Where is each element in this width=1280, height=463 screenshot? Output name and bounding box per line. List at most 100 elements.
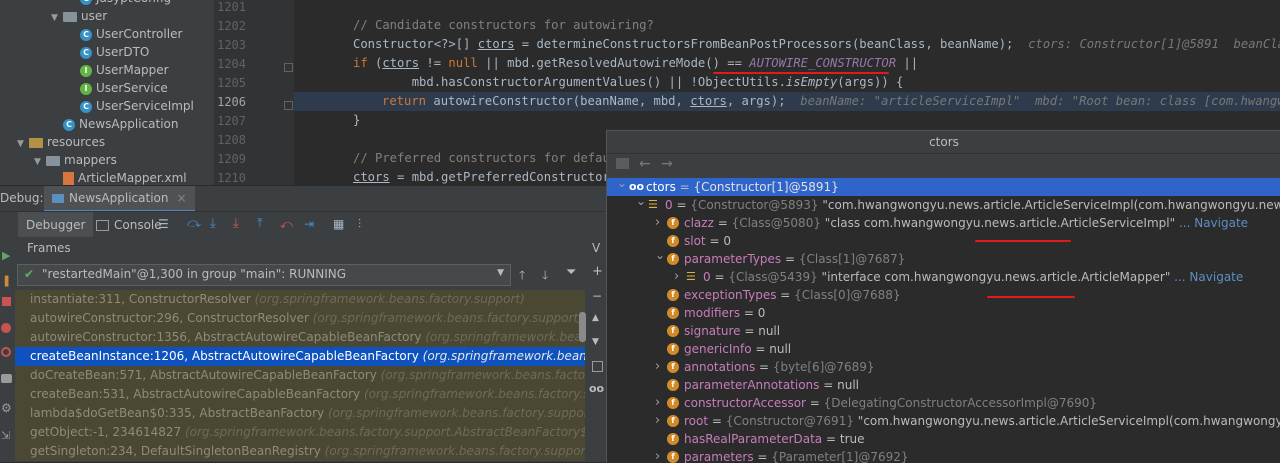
back-arrow-icon[interactable]: ← xyxy=(639,156,651,172)
variable-row[interactable]: › f annotations = {byte[6]@7689} xyxy=(607,358,1280,376)
variable-row[interactable]: ⌄ ☰ 0 = {Constructor@5893} "com.hwangwongy… xyxy=(607,194,1280,214)
line-number[interactable]: 1202 xyxy=(214,17,246,36)
step-into-icon[interactable]: ⤓ xyxy=(210,217,224,231)
layout-settings-icon[interactable]: ⫶ xyxy=(358,217,372,231)
project-tree-item[interactable]: C UserServiceImpl xyxy=(68,97,194,115)
variable-row[interactable]: f hasRealParameterData = true xyxy=(607,430,1280,448)
line-number[interactable]: 1207 xyxy=(214,112,246,131)
copy-icon[interactable] xyxy=(592,361,603,372)
chevron-right-icon[interactable]: › xyxy=(655,214,665,232)
chevron-right-icon[interactable]: › xyxy=(655,412,665,430)
stack-frame[interactable]: doCreateBean:571, AbstractAutowireCapabl… xyxy=(15,366,585,385)
variable-row[interactable]: › f clazz = {Class@5080} "class com.hwangw… xyxy=(607,214,1280,232)
thread-selector[interactable]: ✔ "restartedMain"@1,300 in group "main":… xyxy=(17,264,511,286)
watches-glasses-icon[interactable]: oo xyxy=(589,382,604,395)
variable-row[interactable]: f parameterAnnotations = null xyxy=(607,376,1280,394)
pause-icon[interactable]: ❚ xyxy=(2,274,11,287)
line-number[interactable]: 1206 xyxy=(214,93,246,112)
mute-breakpoints-icon[interactable] xyxy=(1,347,11,357)
project-tree-item[interactable]: ▼ mappers xyxy=(34,151,117,169)
project-tree-item[interactable]: I UserService xyxy=(68,79,168,97)
view-breakpoints-icon[interactable] xyxy=(1,323,11,333)
variable-row[interactable]: f modifiers = 0 xyxy=(607,304,1280,322)
step-over-icon[interactable]: ⤼ xyxy=(187,217,201,231)
stop-icon[interactable] xyxy=(2,297,11,306)
menu-lines-icon[interactable]: ☰ xyxy=(158,217,172,231)
variable-row[interactable]: › ☰ 0 = {Class@5439} "interface com.hwangw… xyxy=(607,268,1280,286)
move-down-icon[interactable]: ▼ xyxy=(592,337,599,347)
project-tree-item[interactable]: C UserDTO xyxy=(68,43,149,61)
settings-gear-icon[interactable]: ⚙ xyxy=(1,401,12,415)
filter-icon[interactable]: ⏷ xyxy=(566,265,576,280)
chevron-down-icon[interactable]: ⌄ xyxy=(655,246,665,264)
frames-scrollbar[interactable] xyxy=(579,312,586,342)
stack-frame[interactable]: createBean:531, AbstractAutowireCapableB… xyxy=(15,385,585,404)
variable-row[interactable]: ⌄ f parameterTypes = {Class[1]@7687} xyxy=(607,248,1280,268)
line-number[interactable]: 1208 xyxy=(214,131,246,150)
chevron-right-icon[interactable]: › xyxy=(674,268,684,286)
close-tab-icon[interactable]: × xyxy=(176,191,186,205)
navigate-link[interactable]: ... Navigate xyxy=(1179,216,1248,230)
line-number[interactable]: 1203 xyxy=(214,36,246,55)
resume-icon[interactable]: ▶ xyxy=(2,249,10,262)
stack-frame[interactable]: autowireConstructor:1356, AbstractAutowi… xyxy=(15,328,585,347)
project-tree-item[interactable]: ArticleMapper.xml xyxy=(51,169,187,185)
fold-marker-icon[interactable] xyxy=(284,101,293,110)
project-tree-item[interactable]: ▼ resources xyxy=(17,133,105,151)
project-tree-item[interactable]: ▼ user xyxy=(51,7,107,25)
stack-frame[interactable]: instantiate:311, ConstructorResolver (or… xyxy=(15,290,585,309)
line-number[interactable]: 1201 xyxy=(214,0,246,17)
chevron-right-icon[interactable]: › xyxy=(655,394,665,412)
variable-row[interactable]: › f root = {Constructor@7691} "com.hwangwo… xyxy=(607,412,1280,430)
run-to-cursor-icon[interactable]: ⇥ xyxy=(304,217,318,231)
stack-frame[interactable]: createBeanInstance:1206, AbstractAutowir… xyxy=(15,347,585,366)
stack-frame[interactable]: getObject:-1, 234614827 (org.springframe… xyxy=(15,423,585,442)
pin-icon[interactable]: ⇲ xyxy=(1,429,10,442)
project-tree-item[interactable]: C NewsApplication xyxy=(51,115,178,133)
stack-frame[interactable]: lambda$doGetBean$0:335, AbstractBeanFact… xyxy=(15,404,585,423)
tab-console[interactable]: Console xyxy=(92,212,166,238)
line-number[interactable]: 1204 xyxy=(214,55,246,74)
project-tree-item[interactable]: C UserController xyxy=(68,25,182,43)
tab-debugger[interactable]: Debugger xyxy=(18,212,94,238)
variable-row[interactable]: › f constructorAccessor = {DelegatingConst… xyxy=(607,394,1280,412)
variable-inspect-popup[interactable]: ctors ← → ⌄ oo ctors = {Constructor[1]@589… xyxy=(606,130,1280,463)
frame-down-arrow-icon[interactable]: 🡓 xyxy=(542,266,548,287)
tree-structure-icon[interactable] xyxy=(616,158,629,169)
chevron-down-icon[interactable]: ▼ xyxy=(497,268,504,278)
chevron-down-icon[interactable]: ⌄ xyxy=(617,174,627,192)
variable-row[interactable]: › f parameters = {Parameter[1]@7692} xyxy=(607,448,1280,463)
stack-frame[interactable]: autowireConstructor:296, ConstructorReso… xyxy=(15,309,585,328)
force-step-into-icon[interactable]: ⤓ xyxy=(233,217,247,231)
chevron-down-icon[interactable]: ⌄ xyxy=(636,192,646,210)
project-tree-item[interactable]: C JasyptConfig xyxy=(68,0,171,7)
add-watch-icon[interactable]: + xyxy=(592,264,603,279)
move-up-icon[interactable]: ▲ xyxy=(592,313,599,323)
navigate-link[interactable]: ... Navigate xyxy=(1174,270,1243,284)
step-out-icon[interactable]: ⤒ xyxy=(257,217,271,231)
variable-name: modifiers xyxy=(684,306,741,320)
variable-row[interactable]: f signature = null xyxy=(607,322,1280,340)
variable-row[interactable]: f genericInfo = null xyxy=(607,340,1280,358)
forward-arrow-icon[interactable]: → xyxy=(661,156,673,172)
minus-icon[interactable]: − xyxy=(592,289,602,303)
chevron-down-icon[interactable]: ▼ xyxy=(17,135,29,153)
stack-frame[interactable]: getSingleton:234, DefaultSingletonBeanRe… xyxy=(15,442,585,461)
frame-up-arrow-icon[interactable]: 🡑 xyxy=(519,266,525,287)
interface-icon: I xyxy=(80,82,92,95)
chevron-down-icon[interactable]: ▼ xyxy=(51,9,63,27)
evaluate-expression-icon[interactable]: ▦ xyxy=(333,217,347,231)
drop-frame-icon[interactable]: ⤺ xyxy=(280,217,294,231)
chevron-down-icon[interactable]: ▼ xyxy=(34,153,46,171)
chevron-right-icon[interactable]: › xyxy=(655,448,665,463)
variable-row[interactable]: ⌄ oo ctors = {Constructor[1]@5891} xyxy=(607,176,1280,196)
fold-marker-icon[interactable] xyxy=(284,63,293,72)
camera-icon[interactable] xyxy=(1,374,12,383)
line-number[interactable]: 1209 xyxy=(214,150,246,169)
variable-row[interactable]: f slot = 0 xyxy=(607,232,1280,250)
line-number[interactable]: 1205 xyxy=(214,74,246,93)
debug-config-tab[interactable]: NewsApplication × xyxy=(44,186,195,212)
chevron-right-icon[interactable]: › xyxy=(655,358,665,376)
project-tree-item[interactable]: I UserMapper xyxy=(68,61,169,79)
variable-row[interactable]: f exceptionTypes = {Class[0]@7688} xyxy=(607,286,1280,304)
